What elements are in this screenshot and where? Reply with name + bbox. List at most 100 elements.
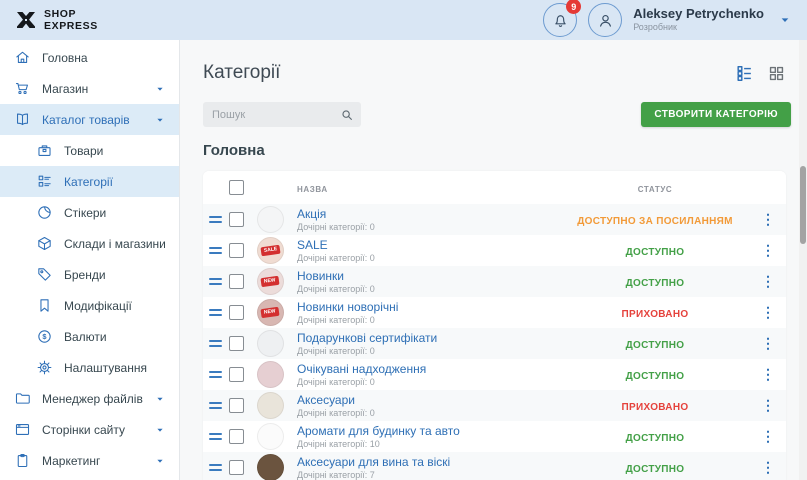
category-thumbnail [257,423,284,450]
search-icon[interactable] [340,108,354,122]
row-kebab-menu-icon[interactable]: ⋮ [761,367,775,381]
select-all-checkbox[interactable] [229,180,244,195]
table-row: NEWНовинкиДочірні категорії: 0ДОСТУПНО⋮ [203,266,786,297]
category-name-link[interactable]: Аксесуари для вина та віскі [297,455,552,470]
scrollbar-track[interactable] [799,40,807,480]
row-checkbox[interactable] [229,305,244,320]
category-name-link[interactable]: Аксесуари [297,393,552,408]
drag-handle-icon[interactable] [209,247,222,254]
logo-x-icon [14,8,38,32]
row-checkbox[interactable] [229,398,244,413]
sidebar-item-label: Склади і магазини [64,237,166,251]
scrollbar-thumb[interactable] [800,166,806,244]
category-name-link[interactable]: Подарункові сертифікати [297,331,552,346]
sidebar-item-home[interactable]: Головна [0,42,179,73]
status-badge: ДОСТУПНО [626,278,685,289]
row-kebab-menu-icon[interactable]: ⋮ [761,305,775,319]
chevron-down-icon[interactable] [153,113,167,127]
gear-icon [36,359,53,376]
category-name-link[interactable]: Акція [297,207,552,222]
row-kebab-menu-icon[interactable]: ⋮ [761,243,775,257]
topbar: SHOP EXPRESS 9 Aleksey Petrychenko [0,0,807,40]
sidebar-item-label: Налаштування [64,361,147,375]
category-name-link[interactable]: Новинки новорічні [297,300,552,315]
folder-icon [14,390,31,407]
sidebar-item-warehouse[interactable]: Склади і магазини [0,228,179,259]
sidebar-item-products[interactable]: Товари [0,135,179,166]
row-kebab-menu-icon[interactable]: ⋮ [761,460,775,474]
row-kebab-menu-icon[interactable]: ⋮ [761,429,775,443]
list-view-icon[interactable] [735,64,754,83]
create-category-button[interactable]: СТВОРИТИ КАТЕГОРІЮ [641,102,791,127]
row-kebab-menu-icon[interactable]: ⋮ [761,274,775,288]
chevron-down-icon[interactable] [153,82,167,96]
drag-handle-icon[interactable] [209,464,222,471]
sidebar-item-categories[interactable]: Категорії [0,166,179,197]
sidebar-item-catalog[interactable]: Каталог товарів [0,104,179,135]
row-checkbox[interactable] [229,212,244,227]
drag-handle-icon[interactable] [209,309,222,316]
status-badge: ДОСТУПНО [626,340,685,351]
page-title: Категорії [203,62,280,84]
sidebar-item-marketing[interactable]: Маркетинг [0,445,179,476]
category-name-link[interactable]: SALE [297,238,552,253]
table-row: SALESALEДочірні категорії: 0ДОСТУПНО⋮ [203,235,786,266]
row-kebab-menu-icon[interactable]: ⋮ [761,336,775,350]
drag-handle-icon[interactable] [209,371,222,378]
sidebar-item-cart[interactable]: Магазин [0,73,179,104]
user-menu-chevron-down-icon[interactable] [777,12,793,28]
row-checkbox[interactable] [229,274,244,289]
category-children-count: Дочірні категорії: 0 [297,346,552,357]
sidebar-item-currency[interactable]: $Валюти [0,321,179,352]
user-menu[interactable]: Aleksey Petrychenko Розробник [633,6,764,33]
search-input[interactable] [212,109,340,121]
row-checkbox[interactable] [229,243,244,258]
catalog-icon [14,111,31,128]
sidebar-item-label: Менеджер файлів [42,392,143,406]
drag-handle-icon[interactable] [209,402,222,409]
svg-text:$: $ [42,332,47,341]
row-kebab-menu-icon[interactable]: ⋮ [761,212,775,226]
tag-icon [36,266,53,283]
row-checkbox[interactable] [229,429,244,444]
drag-handle-icon[interactable] [209,278,222,285]
sidebar-item-label: Стікери [64,206,106,220]
sidebar-item-tag[interactable]: Бренди [0,259,179,290]
category-thumbnail: NEW [257,268,284,295]
user-avatar[interactable] [588,3,622,37]
chevron-down-icon[interactable] [153,454,167,468]
category-children-count: Дочірні категорії: 7 [297,470,552,480]
row-kebab-menu-icon[interactable]: ⋮ [761,398,775,412]
drag-handle-icon[interactable] [209,340,222,347]
thumbnail-badge: SALE [260,245,280,257]
status-badge: ДОСТУПНО [626,247,685,258]
drag-handle-icon[interactable] [209,216,222,223]
chevron-down-icon[interactable] [153,392,167,406]
category-name-link[interactable]: Очікувані надходження [297,362,552,377]
sidebar-item-label: Маркетинг [42,454,100,468]
chevron-down-icon[interactable] [153,423,167,437]
status-badge: ДОСТУПНО [626,464,685,475]
status-badge: ДОСТУПНО [626,433,685,444]
drag-handle-icon[interactable] [209,433,222,440]
row-checkbox[interactable] [229,367,244,382]
notification-count-badge: 9 [566,0,581,14]
sidebar-item-bookmark[interactable]: Модифікації [0,290,179,321]
shop-express-logo[interactable]: SHOP EXPRESS [14,8,98,32]
grid-view-icon[interactable] [767,64,786,83]
sidebar-item-pages[interactable]: Сторінки сайту [0,414,179,445]
table-header-row: НАЗВА СТАТУС [203,171,786,204]
row-checkbox[interactable] [229,460,244,475]
sidebar-item-folder[interactable]: Менеджер файлів [0,383,179,414]
category-thumbnail [257,392,284,419]
pages-icon [14,421,31,438]
row-checkbox[interactable] [229,336,244,351]
category-children-count: Дочірні категорії: 0 [297,222,552,233]
status-badge: ДОСТУПНО [626,371,685,382]
category-name-link[interactable]: Аромати для будинку та авто [297,424,552,439]
sidebar-item-gear[interactable]: Налаштування [0,352,179,383]
category-name-link[interactable]: Новинки [297,269,552,284]
sidebar-item-sticker[interactable]: Стікери [0,197,179,228]
notifications-button[interactable]: 9 [543,3,577,37]
search-box [203,102,361,127]
